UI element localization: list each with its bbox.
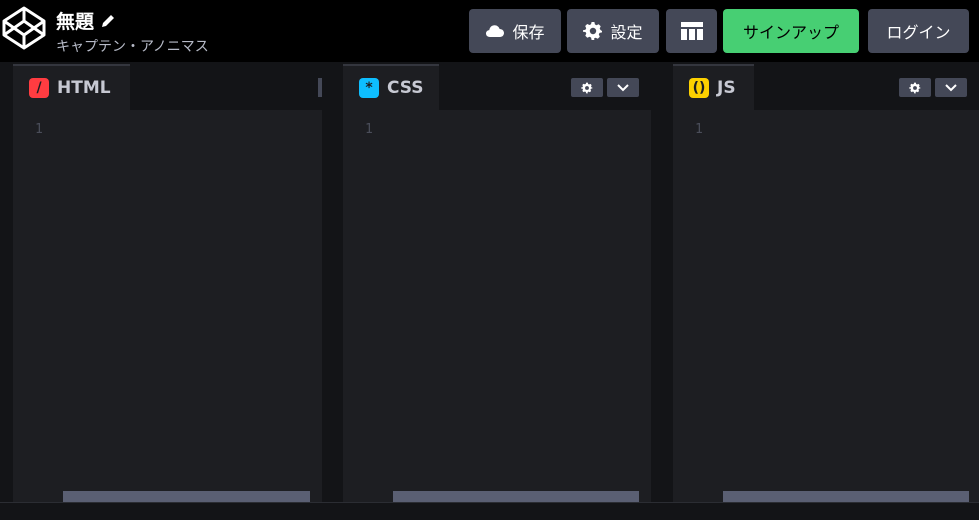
css-collapse-button[interactable] (607, 78, 639, 97)
tab-css[interactable]: * CSS (343, 64, 439, 110)
line-number: 1 (695, 122, 703, 137)
tab-html-label: HTML (57, 78, 111, 98)
pen-title[interactable]: 無題 (56, 7, 94, 34)
save-button[interactable]: 保存 (469, 9, 561, 53)
tab-css-label: CSS (387, 78, 424, 98)
gear-icon (583, 21, 603, 41)
html-editor-pane: / HTML 1 (13, 62, 322, 502)
css-editor-controls (571, 78, 639, 97)
resizer-html-css[interactable] (322, 62, 343, 502)
signup-button[interactable]: サインアップ (723, 9, 859, 53)
change-view-button[interactable] (666, 9, 717, 53)
css-editor-pane: * CSS 1 (343, 62, 651, 502)
bottom-bar (0, 502, 979, 520)
html-horizontal-scrollbar[interactable] (63, 491, 310, 502)
save-button-label: 保存 (512, 23, 545, 42)
layout-icon (680, 22, 703, 40)
resizer-css-js[interactable] (651, 62, 673, 502)
tab-js[interactable]: () JS (673, 64, 754, 110)
codepen-logo-icon[interactable] (0, 4, 48, 52)
js-horizontal-scrollbar[interactable] (723, 491, 969, 502)
pencil-icon[interactable] (100, 12, 116, 28)
settings-button[interactable]: 設定 (567, 9, 659, 53)
chevron-down-icon (945, 83, 957, 91)
signup-button-label: サインアップ (742, 23, 839, 42)
css-horizontal-scrollbar[interactable] (393, 491, 639, 502)
css-icon: * (359, 78, 379, 98)
js-editor-pane: () JS 1 (673, 62, 979, 502)
settings-button-label: 設定 (610, 23, 643, 42)
js-collapse-button[interactable] (935, 78, 967, 97)
login-button[interactable]: ログイン (868, 9, 969, 53)
js-settings-button[interactable] (899, 78, 931, 97)
html-icon: / (29, 78, 49, 98)
js-icon: () (689, 78, 709, 98)
top-header: 無題 キャプテン・アノニマス 保存 設定 サインアップ ログイン (0, 0, 979, 62)
editor-area: / HTML 1 * CSS 1 () JS 1 (0, 62, 979, 502)
author-name[interactable]: キャプテン・アノニマス (56, 36, 209, 56)
left-resizer[interactable] (0, 62, 13, 502)
gear-icon (909, 82, 921, 93)
css-settings-button[interactable] (571, 78, 603, 97)
login-button-label: ログイン (886, 23, 951, 42)
line-number: 1 (35, 122, 43, 137)
tab-html[interactable]: / HTML (13, 64, 130, 110)
chevron-down-icon (617, 83, 629, 91)
js-editor-controls (899, 78, 967, 97)
cloud-icon (485, 24, 505, 38)
line-number: 1 (365, 122, 373, 137)
pen-title-area: 無題 キャプテン・アノニマス (56, 8, 209, 56)
gear-icon (581, 82, 593, 93)
tab-js-label: JS (717, 78, 736, 98)
